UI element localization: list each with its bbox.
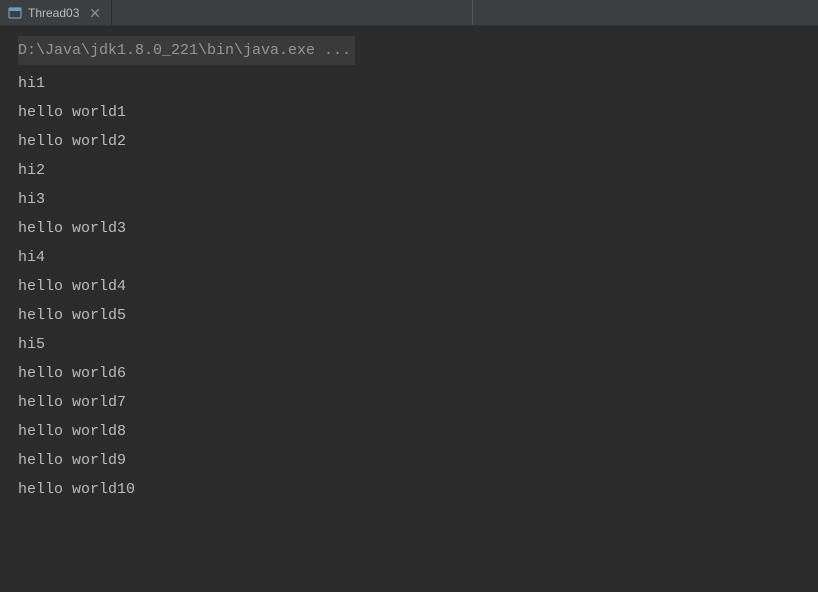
output-line: hi5 xyxy=(18,330,800,359)
output-line: hi1 xyxy=(18,69,800,98)
output-line: hello world4 xyxy=(18,272,800,301)
tab-label: Thread03 xyxy=(28,6,79,20)
output-line: hello world1 xyxy=(18,98,800,127)
output-line: hi4 xyxy=(18,243,800,272)
output-line: hello world9 xyxy=(18,446,800,475)
output-line: hello world2 xyxy=(18,127,800,156)
output-line: hi2 xyxy=(18,156,800,185)
output-line: hi3 xyxy=(18,185,800,214)
command-line[interactable]: D:\Java\jdk1.8.0_221\bin\java.exe ... xyxy=(18,36,355,65)
output-line: hello world8 xyxy=(18,417,800,446)
tab-divider xyxy=(472,0,473,25)
output-line: hello world7 xyxy=(18,388,800,417)
tab-thread03[interactable]: Thread03 xyxy=(0,0,112,25)
console-output: D:\Java\jdk1.8.0_221\bin\java.exe ... hi… xyxy=(0,26,818,514)
output-line: hello world3 xyxy=(18,214,800,243)
console-lines: hi1hello world1hello world2hi2hi3hello w… xyxy=(18,69,800,504)
run-config-icon xyxy=(8,6,22,20)
output-line: hello world5 xyxy=(18,301,800,330)
output-line: hello world6 xyxy=(18,359,800,388)
output-line: hello world10 xyxy=(18,475,800,504)
tab-bar: Thread03 xyxy=(0,0,818,26)
close-icon[interactable] xyxy=(89,7,101,19)
